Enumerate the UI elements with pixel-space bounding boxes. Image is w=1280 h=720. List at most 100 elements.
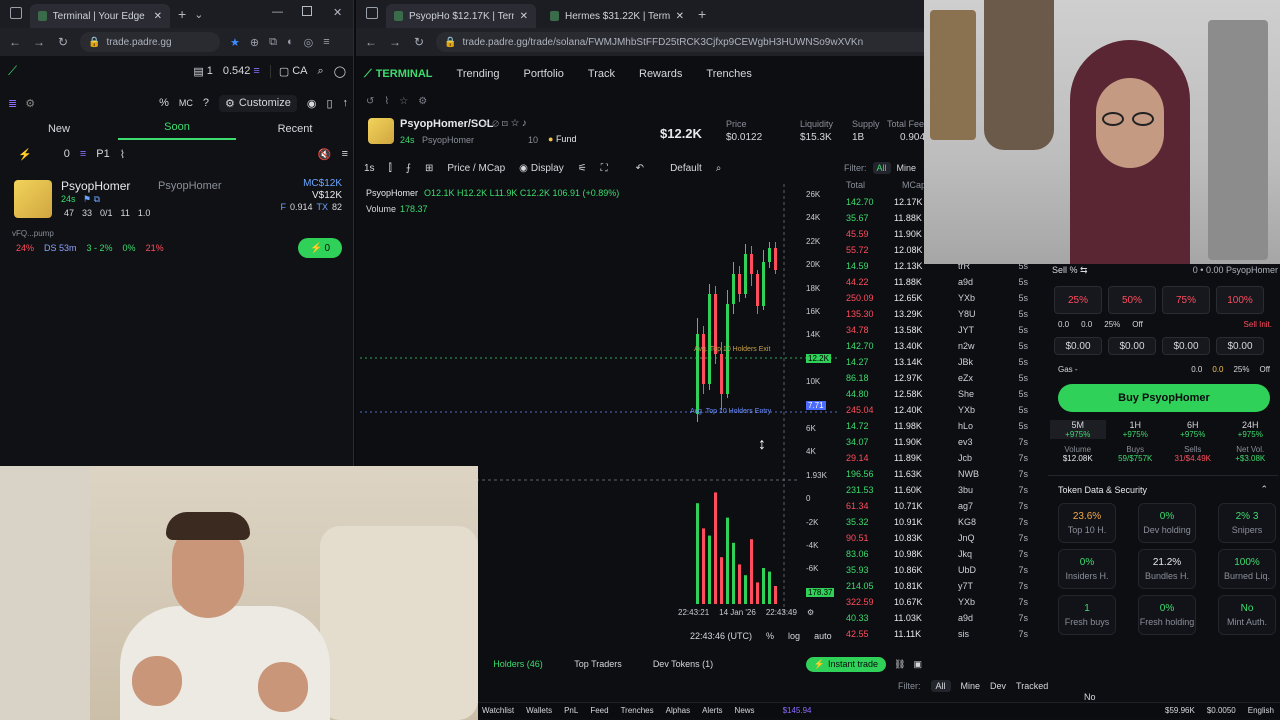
wallet-count[interactable]: ▤ 1: [193, 65, 213, 78]
nav-trending[interactable]: Trending: [457, 68, 500, 80]
col-total[interactable]: Total: [846, 180, 894, 190]
trade-row[interactable]: 86.18 12.97K eZx 5s: [840, 370, 1045, 386]
trade-maker[interactable]: Y8U: [948, 309, 1008, 319]
trade-maker[interactable]: ev3: [948, 437, 1008, 447]
sell-slippage[interactable]: 0.0: [1058, 320, 1069, 329]
maximize-icon[interactable]: [302, 6, 312, 16]
sell-75-button[interactable]: 75%: [1162, 286, 1210, 314]
percent-icon[interactable]: %: [159, 97, 169, 109]
filter-all[interactable]: All: [930, 680, 951, 692]
display-button[interactable]: ◉ Display: [519, 163, 564, 174]
eye-icon[interactable]: ◉: [307, 97, 317, 110]
trade-maker[interactable]: YXb: [948, 405, 1008, 415]
token-card[interactable]: PsyopHomer PsyopHomer 24s ⚑ ⧉ 47 33 0/1 …: [8, 176, 350, 266]
sell-init-link[interactable]: Sell Init.: [1244, 320, 1272, 329]
trade-row[interactable]: 29.14 11.89K Jcb 7s: [840, 450, 1045, 466]
status-alphas[interactable]: Alphas: [666, 706, 690, 715]
close-icon[interactable]: ✕: [520, 11, 528, 22]
filter-mine[interactable]: Mine: [961, 681, 981, 691]
settings-sliders-icon[interactable]: ⚟: [578, 163, 587, 174]
trade-row[interactable]: 61.34 10.71K ag7 7s: [840, 498, 1045, 514]
trades-filter-mine[interactable]: Mine: [897, 163, 917, 173]
amount-preset-2[interactable]: $0.00: [1108, 337, 1156, 355]
back-icon[interactable]: ←: [8, 35, 22, 49]
trade-maker[interactable]: 3bu: [948, 485, 1008, 495]
interval-select[interactable]: 1s: [364, 163, 375, 174]
expand-icon[interactable]: ▣: [913, 659, 922, 670]
gas-slippage[interactable]: 0.0: [1191, 365, 1202, 374]
forward-icon[interactable]: →: [32, 35, 46, 49]
gas-bribe[interactable]: 25%: [1233, 365, 1249, 374]
tabs-icon[interactable]: [10, 7, 22, 19]
status-pnl[interactable]: PnL: [564, 706, 578, 715]
timeframe-1h[interactable]: 1H +975%: [1108, 420, 1164, 439]
trade-row[interactable]: 44.80 12.58K She 5s: [840, 386, 1045, 402]
help-icon[interactable]: ?: [203, 97, 209, 109]
status-watchlist[interactable]: Watchlist: [482, 706, 514, 715]
sell-100-button[interactable]: 100%: [1216, 286, 1264, 314]
trade-row[interactable]: 196.56 11.63K NWB 7s: [840, 466, 1045, 482]
trade-maker[interactable]: n2w: [948, 341, 1008, 351]
reload-icon[interactable]: ↻: [412, 35, 426, 49]
minimize-icon[interactable]: —: [272, 6, 283, 18]
chart-icon[interactable]: ⌇: [120, 148, 125, 161]
trade-maker[interactable]: eZx: [948, 373, 1008, 383]
filter-tracked[interactable]: Tracked: [1016, 681, 1048, 691]
buy-button[interactable]: Buy PsyopHomer: [1058, 384, 1270, 412]
trade-maker[interactable]: Jkq: [948, 549, 1008, 559]
new-tab-icon[interactable]: +: [698, 6, 706, 22]
tab-top-traders[interactable]: Top Traders: [558, 659, 638, 669]
arrow-up-icon[interactable]: ↑: [343, 97, 349, 109]
fullscreen-icon[interactable]: ⛶: [601, 163, 608, 174]
trade-row[interactable]: 245.04 12.40K YXb 5s: [840, 402, 1045, 418]
tab-new[interactable]: New: [0, 123, 118, 135]
status-news[interactable]: News: [735, 706, 755, 715]
chart-icon[interactable]: ⌇: [384, 96, 389, 107]
timeframe-24h[interactable]: 24H +975%: [1223, 420, 1279, 439]
trade-maker[interactable]: JnQ: [948, 533, 1008, 543]
language-select[interactable]: English: [1248, 706, 1274, 715]
status-wallets[interactable]: Wallets: [526, 706, 552, 715]
search-icon[interactable]: ⌕: [318, 65, 324, 78]
trade-maker[interactable]: NWB: [948, 469, 1008, 479]
nav-portfolio[interactable]: Portfolio: [524, 68, 564, 80]
back-icon[interactable]: ←: [364, 35, 378, 49]
instant-trade-button[interactable]: ⚡ Instant trade: [805, 656, 887, 672]
extension-icon[interactable]: ⧉: [269, 36, 277, 49]
tab-holders[interactable]: Holders (46): [478, 659, 558, 669]
customize-button[interactable]: ⚙ Customize: [218, 94, 297, 112]
preset-p1[interactable]: P1: [96, 148, 109, 160]
sell-25-button[interactable]: 25%: [1054, 286, 1102, 314]
mc-toggle[interactable]: MC: [179, 98, 193, 108]
trade-row[interactable]: 34.07 11.90K ev3 7s: [840, 434, 1045, 450]
close-icon[interactable]: ✕: [154, 11, 162, 22]
lightning-icon[interactable]: ⚡: [18, 148, 32, 161]
gas-priority[interactable]: 0.0: [1212, 365, 1223, 374]
bookmark-icon[interactable]: ▯: [326, 97, 332, 110]
more-icon[interactable]: ≡: [323, 36, 329, 48]
layers-icon[interactable]: ≣: [8, 97, 17, 110]
candle-type-icon[interactable]: ⫿: [389, 163, 392, 174]
gear-icon[interactable]: ⚙: [418, 96, 427, 107]
timeframe-5m[interactable]: 5M +975%: [1050, 420, 1106, 439]
price-mcap-toggle[interactable]: Price / MCap: [447, 163, 505, 174]
tabs-icon[interactable]: [366, 7, 378, 19]
status-trenches[interactable]: Trenches: [621, 706, 654, 715]
extension-icon[interactable]: ◐: [287, 36, 294, 48]
trade-maker[interactable]: ag7: [948, 501, 1008, 511]
gas-mev[interactable]: Off: [1259, 365, 1270, 374]
ca-button[interactable]: ▢ CA: [269, 64, 308, 78]
close-icon[interactable]: ✕: [676, 11, 684, 22]
chevron-up-icon[interactable]: ⌃: [1260, 484, 1268, 495]
trade-row[interactable]: 322.59 10.67K YXb 7s: [840, 594, 1045, 610]
amount-preset-3[interactable]: $0.00: [1162, 337, 1210, 355]
amount-preset-4[interactable]: $0.00: [1216, 337, 1264, 355]
trade-row[interactable]: 34.78 13.58K JYT 5s: [840, 322, 1045, 338]
trade-maker[interactable]: KG8: [948, 517, 1008, 527]
filter-dev[interactable]: Dev: [990, 681, 1006, 691]
amount-preset-1[interactable]: $0.00: [1054, 337, 1102, 355]
forward-icon[interactable]: →: [388, 35, 402, 49]
trade-maker[interactable]: YXb: [948, 293, 1008, 303]
trade-maker[interactable]: y7T: [948, 581, 1008, 591]
fund-badge[interactable]: ● Fund: [548, 134, 576, 144]
